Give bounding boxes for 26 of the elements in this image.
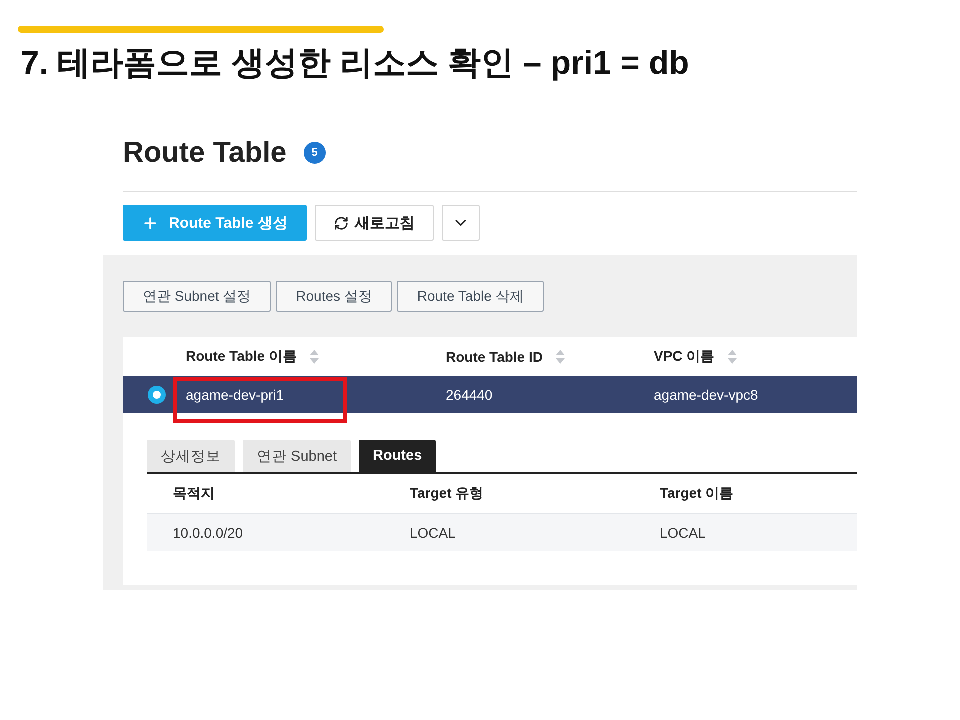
table-row[interactable]: agame-dev-pri1 264440 agame-dev-vpc8 — [123, 376, 857, 413]
table-cell: 264440 — [446, 386, 493, 402]
column-header[interactable]: Route Table 이름 — [173, 348, 319, 366]
column-header: Target 유형 — [410, 484, 484, 502]
plus-icon — [142, 214, 159, 232]
column-header[interactable]: VPC 이름 — [641, 348, 737, 366]
radio-button[interactable] — [148, 386, 166, 404]
table-cell: agame-dev-pri1 — [186, 386, 284, 402]
detail-tab[interactable]: 상세정보 — [147, 440, 235, 472]
table-cell: LOCAL — [660, 524, 706, 540]
detail-tab[interactable]: Routes — [359, 440, 436, 472]
page-title: Route Table — [123, 136, 287, 171]
action-button[interactable]: 연관 Subnet 설정 — [123, 281, 272, 312]
count-badge: 5 — [304, 142, 326, 164]
table-cell: LOCAL — [410, 524, 456, 540]
table-cell: agame-dev-vpc8 — [654, 386, 758, 402]
refresh-button[interactable]: 새로고침 — [314, 205, 434, 241]
table-cell: 10.0.0.0/20 — [173, 524, 244, 540]
action-button[interactable]: Routes 설정 — [276, 281, 392, 312]
column-header: 목적지 — [173, 484, 215, 502]
refresh-icon — [334, 216, 349, 230]
slide-title: 7. 테라폼으로 생성한 리소스 확인 – pri1 = db — [21, 43, 690, 83]
action-button[interactable]: Route Table 삭제 — [397, 281, 544, 312]
column-header: Target 이름 — [660, 484, 734, 502]
column-header[interactable]: Route Table ID — [433, 348, 565, 364]
detail-tab[interactable]: 연관 Subnet — [243, 440, 351, 472]
